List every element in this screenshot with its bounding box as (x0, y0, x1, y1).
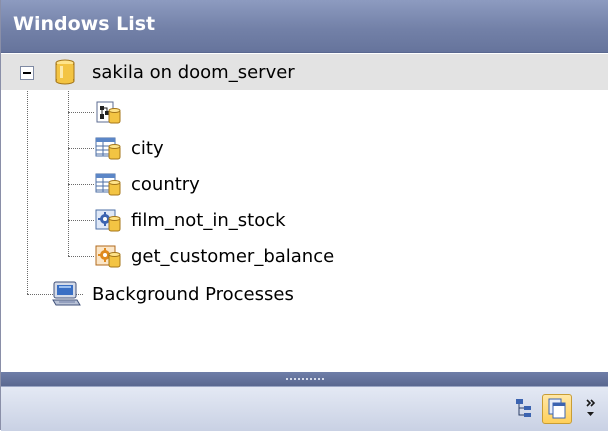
more-options-button[interactable] (579, 394, 605, 424)
tree-item-country[interactable]: country (1, 166, 608, 202)
tree-view-button[interactable] (510, 394, 540, 424)
tree-item-label: film_not_in_stock (131, 210, 286, 231)
windows-tree: sakila on doom_server city country film_… (1, 52, 608, 372)
tree-item-query-builder[interactable] (1, 94, 608, 130)
panel-header: Windows List (1, 0, 608, 53)
windows-view-button[interactable] (542, 394, 572, 424)
tree-item-label: country (131, 174, 200, 195)
splitter-grip-icon[interactable] (285, 377, 325, 381)
database-icon (55, 59, 75, 85)
query-builder-icon (96, 101, 121, 124)
collapse-toggle-icon[interactable] (20, 66, 34, 80)
tree-item-film-not-in-stock[interactable]: film_not_in_stock (1, 202, 608, 238)
windows-list-panel: Windows List sakila on doom_server city … (0, 0, 608, 431)
chevron-more-icon (586, 399, 596, 416)
tree-item-background-processes[interactable]: Background Processes (1, 276, 608, 312)
tree-item-label: get_customer_balance (131, 246, 335, 267)
tree-item-label: sakila on doom_server (92, 62, 295, 83)
table-icon (95, 173, 121, 196)
panel-footer-toolbar (1, 386, 608, 431)
function-icon (95, 245, 121, 268)
tree-view-icon (516, 399, 531, 417)
procedure-icon (95, 209, 121, 232)
panel-title: Windows List (13, 13, 156, 35)
tree-item-sakila[interactable]: sakila on doom_server (1, 54, 608, 90)
tree-item-get-customer-balance[interactable]: get_customer_balance (1, 238, 608, 274)
tree-item-city[interactable]: city (1, 130, 608, 166)
computer-icon (52, 281, 81, 306)
table-icon (95, 137, 121, 160)
tree-item-label: city (131, 138, 164, 159)
panel-splitter[interactable] (1, 372, 608, 386)
windows-icon (548, 398, 566, 419)
tree-item-label: Background Processes (92, 284, 294, 305)
